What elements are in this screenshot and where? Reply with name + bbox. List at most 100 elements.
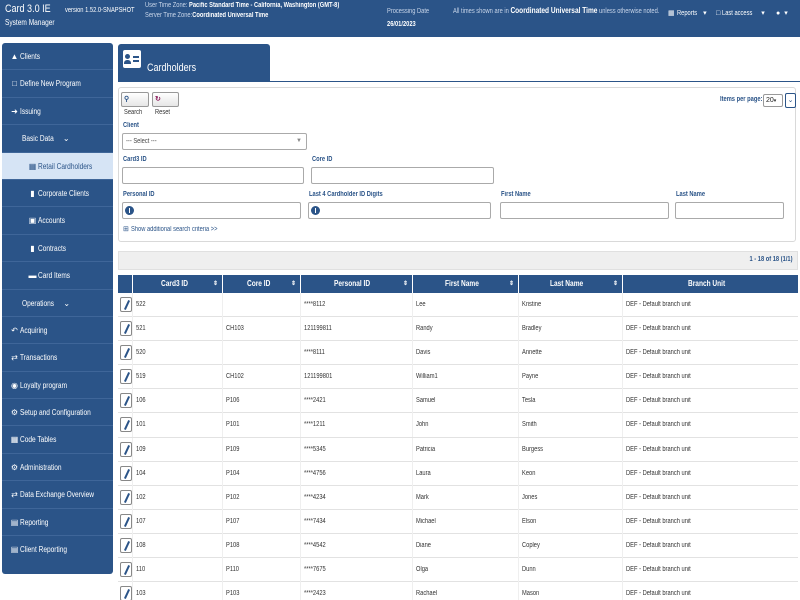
client-select[interactable]: --- Select --- ▼ <box>122 133 307 150</box>
sidebar-item-data-exchange-overview[interactable]: ⇄ Data Exchange Overview <box>2 481 113 509</box>
cell-text: CH102 <box>226 373 244 381</box>
cell-branchunit: DEF - Default branch unit <box>623 510 798 534</box>
sidebar-item-card-items[interactable]: ▬ Card Items <box>2 262 113 290</box>
cell-lastname: Payne <box>519 365 623 390</box>
cell-text: Olga <box>416 566 429 574</box>
edit-pencil-icon[interactable] <box>120 417 132 433</box>
sidebar-item-transactions[interactable]: ⇄ Transactions <box>2 344 113 372</box>
cell-text: ****4756 <box>304 469 326 477</box>
edit-pencil-icon[interactable] <box>120 441 132 457</box>
edit-pencil-icon[interactable] <box>120 369 132 385</box>
table-row[interactable]: 103 P103 ****2423 Rachael Mason DEF - Default… <box>118 582 798 600</box>
column-header-branchunit[interactable]: Branch Unit <box>623 275 798 293</box>
sidebar-item-retail-cardholders[interactable]: ▦ Retail Cardholders <box>2 152 113 180</box>
sidebar-item-issuing[interactable]: ➜ Issuing <box>2 98 113 126</box>
lastname-input[interactable] <box>675 202 784 219</box>
cell-lastname: Elson <box>519 509 623 534</box>
search-button[interactable]: ⚲ Search <box>121 92 149 116</box>
table-row[interactable]: 520 ****8111 Davis Annette DEF - Default bra… <box>118 341 798 366</box>
personalid-input[interactable] <box>122 202 301 219</box>
sidebar-item-contracts[interactable]: ▮ Contracts <box>2 235 113 263</box>
cell-text: Elson <box>522 517 537 525</box>
reset-button[interactable]: ↻ Reset <box>152 92 179 116</box>
column-header-card3id[interactable]: Card3 ID ⇕ <box>133 275 223 293</box>
cell-card3id: 519 <box>133 365 223 390</box>
items-per-page-apply-button[interactable]: ⌄ <box>785 93 796 108</box>
user-menu[interactable]: ● ▾ <box>776 9 788 18</box>
cell-text: DEF - Default branch unit <box>626 301 691 308</box>
sidebar-item-administration[interactable]: ⚙ Administration <box>2 454 113 482</box>
sidebar-item-code-tables[interactable]: ▦ Code Tables <box>2 426 113 454</box>
edit-pencil-icon[interactable] <box>120 321 132 337</box>
sidebar-item-acquiring[interactable]: ↶ Acquiring <box>2 317 113 345</box>
eye-icon: ◉ <box>11 380 18 390</box>
cell-card3id: 102 <box>133 485 223 510</box>
cell-text: P103 <box>226 590 240 598</box>
edit-pencil-icon[interactable] <box>120 489 132 505</box>
table-row[interactable]: 102 P102 ****4234 Mark Jones DEF - Default br… <box>118 485 798 510</box>
edit-pencil-icon[interactable] <box>120 586 132 600</box>
cell-text: P107 <box>226 517 240 525</box>
sidebar-item-reporting[interactable]: ▤ Reporting <box>2 509 113 537</box>
cell-text: DEF - Default branch unit <box>626 349 691 357</box>
column-header-label: Core ID <box>247 279 271 288</box>
cell-branchunit: DEF - Default branch unit <box>623 317 798 341</box>
cell-text: William1 <box>416 373 438 381</box>
cell-firstname: Rachael <box>413 582 519 600</box>
cell-text: 101 <box>136 421 146 429</box>
last4-input[interactable] <box>308 202 491 219</box>
reports-menu[interactable]: ▦ Reports ▾ <box>668 9 707 18</box>
sidebar-item-client-reporting[interactable]: ▤ Client Reporting <box>2 536 113 563</box>
table-row[interactable]: 109 P109 ****5345 Patricia Burgess DEF - Defa… <box>118 437 798 462</box>
edit-pencil-icon[interactable] <box>120 537 132 553</box>
cell-text: P104 <box>226 469 240 477</box>
last-access-label: Last access <box>722 9 753 17</box>
column-header-firstname[interactable]: First Name ⇕ <box>413 275 519 293</box>
sidebar-item-loyalty-program[interactable]: ◉ Loyalty program <box>2 372 113 400</box>
table-row[interactable]: 521 CH103 121199811 Randy Bradley DEF - Defau… <box>118 317 798 342</box>
sidebar-item-setup-and-configuration[interactable]: ⚙ Setup and Configuration <box>2 399 113 427</box>
show-more-criteria-link[interactable]: ⊞ Show additional search criteria >> <box>123 225 236 233</box>
table-row[interactable]: 101 P101 ****1211 John Smith DEF - Default br… <box>118 413 798 438</box>
table-row[interactable]: 107 P107 ****7434 Michael Elson DEF - Default… <box>118 509 798 534</box>
table-row[interactable]: 104 P104 ****4756 Laura Keon DEF - Default br… <box>118 461 798 486</box>
edit-pencil-icon[interactable] <box>120 345 132 361</box>
sidebar-item-label: Loyalty program <box>20 380 68 390</box>
table-row[interactable]: 110 P110 ****7675 Olga Dunn DEF - Default bra… <box>118 558 798 583</box>
column-header-lastname[interactable]: Last Name ⇕ <box>519 275 623 293</box>
edit-pencil-icon[interactable] <box>120 465 132 481</box>
column-header-coreid[interactable]: Core ID ⇕ <box>223 275 301 293</box>
reset-button-label: Reset <box>155 109 171 116</box>
cell-text: DEF - Default branch unit <box>626 590 691 598</box>
row-actions <box>118 293 133 317</box>
table-row[interactable]: 519 CH102 121199801 William1 Payne DEF - Defa… <box>118 365 798 390</box>
sidebar-item-clients[interactable]: ▲ Clients <box>2 43 113 71</box>
firstname-input[interactable] <box>500 202 669 219</box>
table-row[interactable]: 522 ****8112 Lee Kristine DEF - Default bran… <box>118 293 798 318</box>
edit-pencil-icon[interactable] <box>120 393 132 409</box>
sidebar-item-operations[interactable]: Operations ⌄ <box>2 290 113 317</box>
page-title: Cardholders <box>147 62 197 74</box>
sidebar-item-corporate-clients[interactable]: ▮ Corporate Clients <box>2 180 113 208</box>
edit-pencil-icon[interactable] <box>120 297 132 312</box>
column-header-personalid[interactable]: Personal ID ⇕ <box>301 275 413 293</box>
cell-text: P101 <box>226 421 240 429</box>
sidebar-item-define-new-program[interactable]: □ Define New Program <box>2 70 113 98</box>
edit-pencil-icon[interactable] <box>120 562 132 578</box>
table-row[interactable]: 106 P106 ****2421 Samuel Tesla DEF - Default … <box>118 389 798 414</box>
cell-text: Samuel <box>416 397 436 405</box>
last4-label: Last 4 Cardholder ID Digits <box>309 191 383 198</box>
coreid-input[interactable] <box>311 167 494 184</box>
caret-down-icon: ▼ <box>296 138 302 144</box>
items-per-page-select[interactable]: 20▾ <box>763 94 783 107</box>
sidebar-item-accounts[interactable]: ▣ Accounts <box>2 207 113 235</box>
exchange-icon: ⇄ <box>11 353 18 363</box>
card3id-input[interactable] <box>122 167 304 184</box>
cell-text: 520 <box>136 349 146 357</box>
last-access-menu[interactable]: □ Last access ▾ <box>716 9 765 18</box>
results-table: Card3 ID ⇕ Core ID ⇕ Personal ID ⇕ First Na… <box>118 275 798 600</box>
edit-pencil-icon[interactable] <box>120 513 132 529</box>
sidebar-item-basic-data[interactable]: Basic Data ⌄ <box>2 125 113 153</box>
info-icon <box>125 206 134 215</box>
table-row[interactable]: 108 P108 ****4542 Diane Copley DEF - Default … <box>118 533 798 559</box>
